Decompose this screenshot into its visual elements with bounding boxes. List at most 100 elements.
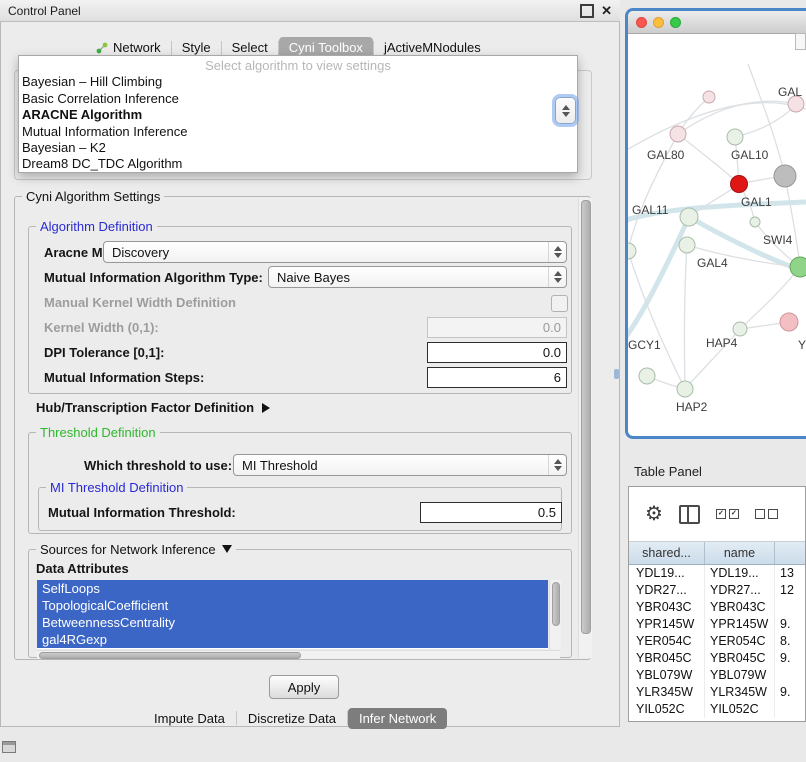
node-pale-pink-small[interactable]: [703, 91, 715, 103]
minimize-traffic-light-icon[interactable]: [653, 17, 664, 28]
zoom-traffic-light-icon[interactable]: [670, 17, 681, 28]
attribute-list-scrollbar[interactable]: [549, 580, 561, 649]
attribute-item-topologicalcoefficient[interactable]: TopologicalCoefficient: [37, 597, 548, 614]
mi-type-value: Naive Bayes: [277, 270, 350, 285]
table-cell: 13: [775, 565, 805, 582]
table-body: YDL19... YDL19... 13 YDR27... YDR27... 1…: [629, 565, 805, 718]
table-columns-icon[interactable]: [679, 505, 700, 524]
node-bright-green[interactable]: [790, 257, 806, 277]
attribute-item-gal4rgexp[interactable]: gal4RGexp: [37, 631, 548, 648]
attribute-list-scrollbar-thumb[interactable]: [552, 582, 560, 626]
aracne-mode-combobox[interactable]: Discovery: [103, 241, 567, 263]
sources-group-title: Sources for Network Inference: [40, 542, 216, 557]
option-bayesian-hill-climbing[interactable]: Bayesian – Hill Climbing: [19, 74, 577, 90]
node-pale-pink[interactable]: [670, 126, 686, 142]
network-scrollbar-corner[interactable]: [795, 33, 806, 50]
hub-section-label: Hub/Transcription Factor Definition: [36, 400, 254, 415]
settings-group-title: Cyni Algorithm Settings: [22, 189, 164, 204]
mi-threshold-input[interactable]: [420, 502, 562, 523]
table-row[interactable]: YDL19... YDL19... 13: [629, 565, 805, 582]
node-gal10-selected[interactable]: [731, 176, 748, 193]
node-hap4[interactable]: [733, 322, 747, 336]
network-window-titlebar[interactable]: [628, 11, 806, 34]
attribute-item-betweennesscentrality[interactable]: BetweennessCentrality: [37, 614, 548, 631]
option-bayesian-k2[interactable]: Bayesian – K2: [19, 140, 577, 156]
option-dream8[interactable]: Dream8 DC_TDC Algorithm: [19, 156, 577, 172]
settings-scrollbar-thumb[interactable]: [581, 200, 591, 634]
control-panel-titlebar: Control Panel ✕: [0, 0, 620, 22]
minimized-panel-icon[interactable]: [2, 741, 16, 753]
aracne-mode-value: Discovery: [112, 245, 169, 260]
which-threshold-combobox[interactable]: MI Threshold: [233, 454, 567, 476]
tab-impute-data[interactable]: Impute Data: [143, 708, 236, 729]
deselect-all-columns-icon[interactable]: [755, 509, 778, 519]
option-basic-correlation[interactable]: Basic Correlation Inference: [19, 91, 577, 107]
combo-arrows-icon: [548, 267, 566, 287]
mi-type-combobox[interactable]: Naive Bayes: [268, 266, 567, 288]
close-window-icon[interactable]: ✕: [601, 6, 612, 16]
node-gal11[interactable]: [680, 208, 698, 226]
attribute-list-hscrollbar-thumb[interactable]: [39, 652, 301, 659]
algorithm-combobox-arrow[interactable]: [555, 97, 576, 124]
node-gal4[interactable]: [679, 237, 695, 253]
network-graph[interactable]: GAL GAL80 GAL10 GAL11 GAL1 SWI4 GAL4 GCY…: [628, 34, 806, 437]
column-header-shared-name[interactable]: shared...: [629, 542, 705, 564]
panel-splitter-handle[interactable]: [614, 369, 619, 379]
chevron-up-icon: [562, 105, 570, 110]
algorithm-definition-title: Algorithm Definition: [36, 219, 157, 234]
manual-kernel-checkbox[interactable]: [551, 295, 568, 312]
table-row[interactable]: YBR043C YBR043C: [629, 599, 805, 616]
hub-section-toggle[interactable]: Hub/Transcription Factor Definition: [36, 400, 270, 415]
algorithm-placeholder: Select algorithm to view settings: [19, 58, 577, 74]
table-row[interactable]: YDR27... YDR27... 12: [629, 582, 805, 599]
tab-discretize-data[interactable]: Discretize Data: [237, 708, 347, 729]
node-gcy1[interactable]: [639, 368, 655, 384]
node-label: HAP2: [676, 400, 708, 414]
dpi-tolerance-input[interactable]: [427, 342, 567, 363]
mi-steps-label: Mutual Information Steps:: [44, 370, 204, 385]
tab-infer-network[interactable]: Infer Network: [348, 708, 447, 729]
kernel-width-input[interactable]: [427, 317, 567, 338]
table-row[interactable]: YIL052C YIL052C: [629, 701, 805, 718]
node-label: GAL10: [731, 148, 769, 162]
table-row[interactable]: YPR145W YPR145W 9.: [629, 616, 805, 633]
table-cell: 9.: [775, 684, 805, 701]
float-window-icon[interactable]: [580, 4, 594, 18]
mi-steps-input[interactable]: [427, 367, 567, 388]
attribute-item-selfloops[interactable]: SelfLoops: [37, 580, 548, 597]
apply-button-label: Apply: [288, 680, 321, 695]
column-header-name[interactable]: name: [705, 542, 775, 564]
window-title: Control Panel: [8, 4, 81, 18]
tab-label: Select: [232, 40, 268, 55]
algorithm-dropdown-popup: Select algorithm to view settings Bayesi…: [18, 55, 578, 173]
node-label: HAP4: [706, 336, 738, 350]
select-all-columns-icon[interactable]: ✓✓: [716, 509, 739, 519]
option-mutual-information[interactable]: Mutual Information Inference: [19, 124, 577, 140]
node-gal1[interactable]: [750, 217, 760, 227]
attribute-list-hscrollbar[interactable]: [37, 650, 560, 659]
table-row[interactable]: YBR045C YBR045C 9.: [629, 650, 805, 667]
node-label: Y: [798, 338, 806, 352]
attribute-list: SelfLoops TopologicalCoefficient Between…: [37, 580, 548, 649]
table-row[interactable]: YLR345W YLR345W 9.: [629, 684, 805, 701]
tab-label: Style: [182, 40, 211, 55]
node-left-edge[interactable]: [628, 243, 636, 259]
node-gray-large[interactable]: [774, 165, 796, 187]
gear-icon[interactable]: ⚙: [645, 504, 663, 524]
network-view-window: GAL GAL80 GAL10 GAL11 GAL1 SWI4 GAL4 GCY…: [625, 8, 806, 439]
table-row[interactable]: YBL079W YBL079W: [629, 667, 805, 684]
column-header-extra[interactable]: [775, 542, 805, 564]
kernel-width-label: Kernel Width (0,1):: [44, 320, 159, 335]
table-row[interactable]: YER054C YER054C 8.: [629, 633, 805, 650]
close-traffic-light-icon[interactable]: [636, 17, 647, 28]
table-cell: YLR345W: [629, 684, 705, 701]
settings-scrollbar[interactable]: [578, 198, 592, 658]
which-threshold-value: MI Threshold: [242, 458, 318, 473]
sources-group-toggle[interactable]: Sources for Network Inference: [36, 542, 236, 557]
node-pale-green[interactable]: [727, 129, 743, 145]
apply-button[interactable]: Apply: [269, 675, 339, 699]
node-hap2[interactable]: [677, 381, 693, 397]
option-aracne[interactable]: ARACNE Algorithm: [19, 107, 577, 123]
node-pink-strong[interactable]: [780, 313, 798, 331]
table-cell: YDR27...: [705, 582, 775, 599]
